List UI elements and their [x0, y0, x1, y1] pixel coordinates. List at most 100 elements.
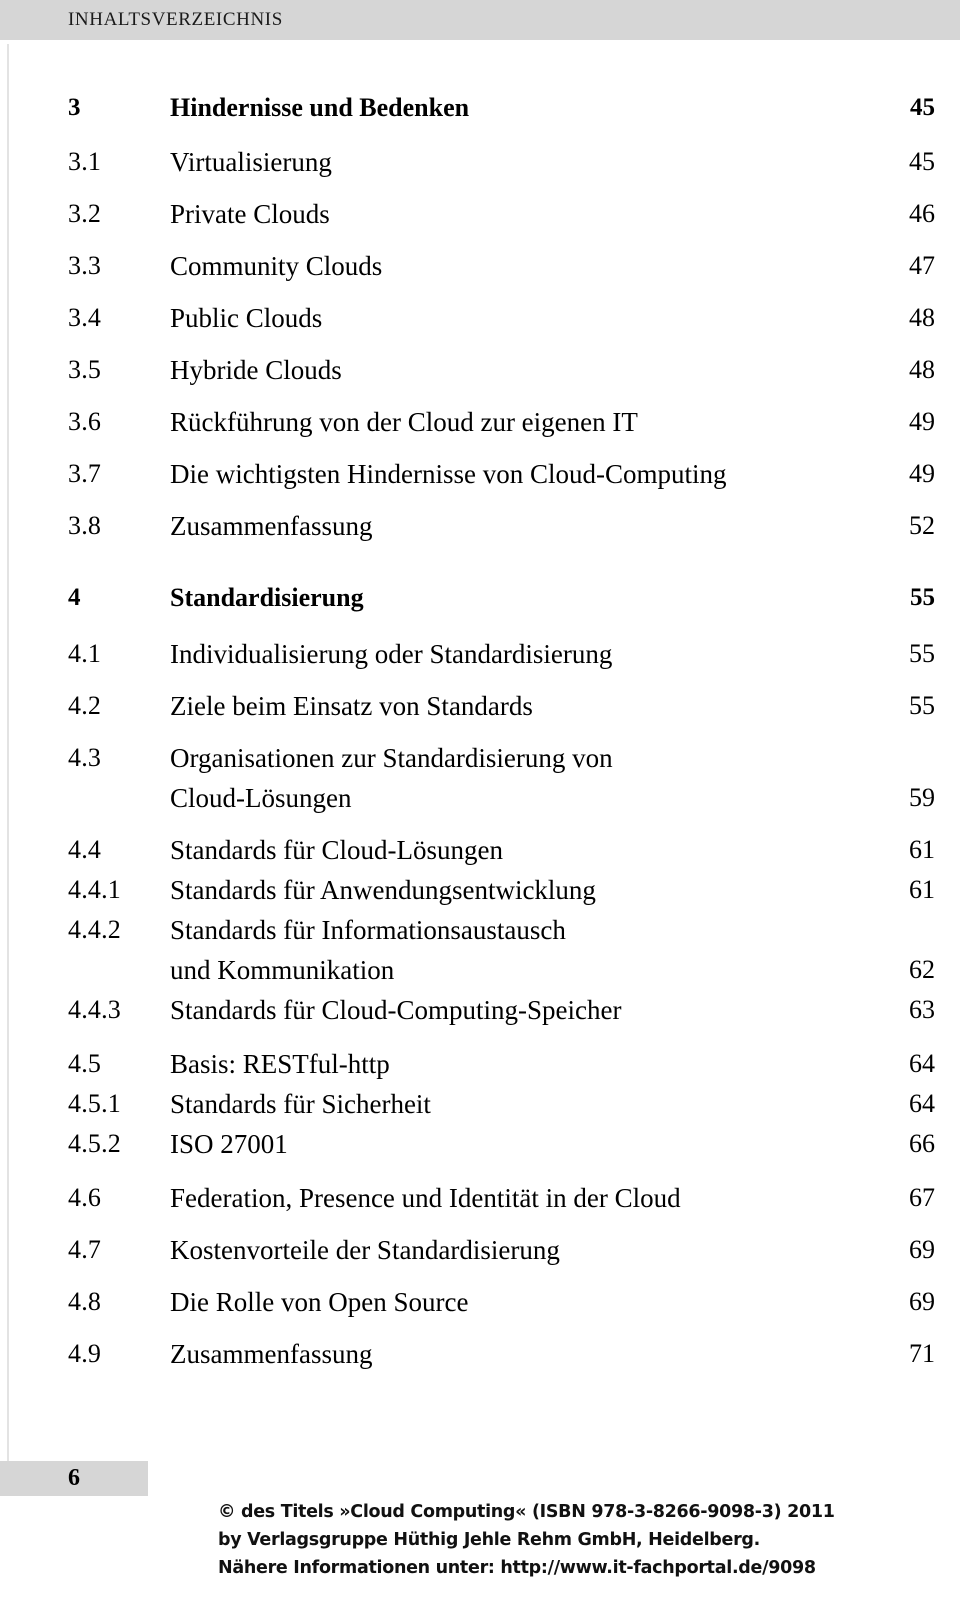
toc-entry[interactable]: 4.4 Standards für Cloud-Lösungen 61 — [0, 830, 960, 870]
toc-entry-title-line: Public Clouds — [170, 303, 323, 333]
toc-entry-number: 3.5 — [68, 355, 102, 384]
toc-entry-number: 3.7 — [68, 459, 102, 488]
toc-entry-page-number: 49 — [909, 407, 935, 436]
toc-entry-title-line: Hindernisse und Bedenken — [170, 93, 470, 122]
toc-entry-title: Community Clouds — [170, 246, 830, 286]
toc-entry[interactable]: 3.3 Community Clouds 47 — [0, 246, 960, 286]
toc-entry-page-number: 47 — [909, 251, 935, 280]
toc-entry-title-line: Organisationen zur Standardisierung von — [170, 743, 613, 773]
toc-entry-number: 4.4.1 — [68, 875, 121, 904]
toc-entry-title-line: Virtualisierung — [170, 147, 332, 177]
toc-entry[interactable]: 4.4.2 Standards für Informationsaustausch… — [0, 910, 960, 990]
toc-entry-page-number: 55 — [909, 691, 935, 720]
toc-entry-page-number: 55 — [910, 584, 935, 611]
toc-entry-number: 4.7 — [68, 1235, 102, 1264]
toc-entry-page-number: 55 — [909, 639, 935, 668]
toc-entry-number: 4.4.3 — [68, 995, 121, 1024]
toc-entry-title: Individualisierung oder Standardisierung — [170, 634, 830, 674]
toc-entry[interactable]: 4.1 Individualisierung oder Standardisier… — [0, 634, 960, 674]
toc-entry[interactable]: 4.9 Zusammenfassung 71 — [0, 1334, 960, 1374]
toc-entry-title-line: Individualisierung oder Standardisierung — [170, 639, 613, 669]
toc-entry[interactable]: 4.4.3 Standards für Cloud-Computing-Speic… — [0, 990, 960, 1030]
toc-entry-number: 4.2 — [68, 691, 102, 720]
toc-entry-number: 4.5 — [68, 1049, 102, 1078]
toc-entry-title: Standards für Informationsaustausch und K… — [170, 910, 830, 990]
toc-entry-title: Standards für Sicherheit — [170, 1084, 830, 1124]
page-number-box: 6 — [0, 1461, 148, 1496]
toc-entry[interactable]: 4.3 Organisationen zur Standardisierung v… — [0, 738, 960, 818]
toc-entry[interactable]: 3.1 Virtualisierung 45 — [0, 142, 960, 182]
toc-entry-title: Standardisierung — [170, 578, 830, 618]
toc-entry-title: Standards für Cloud-Lösungen — [170, 830, 830, 870]
toc-entry-number: 3.4 — [68, 303, 102, 332]
toc-entry-number: 4.6 — [68, 1183, 102, 1212]
toc-entry[interactable]: 4.5.2 ISO 27001 66 — [0, 1124, 960, 1164]
toc-entry-page-number: 48 — [909, 355, 935, 384]
page-number-value: 6 — [68, 1465, 80, 1491]
toc-entry[interactable]: 4.5 Basis: RESTful-http 64 — [0, 1044, 960, 1084]
toc-entry-title: Hybride Clouds — [170, 350, 830, 390]
toc-entry-number: 4.9 — [68, 1339, 102, 1368]
toc-entry[interactable]: 4.5.1 Standards für Sicherheit 64 — [0, 1084, 960, 1124]
toc-entry-title: Private Clouds — [170, 194, 830, 234]
toc-entry-page-number: 69 — [909, 1235, 935, 1264]
toc-entry-page-number: 64 — [909, 1049, 935, 1078]
toc-entry-title-line: Private Clouds — [170, 199, 330, 229]
toc-entry[interactable]: 3.6 Rückführung von der Cloud zur eigenen… — [0, 402, 960, 442]
toc-entry-page-number: 69 — [909, 1287, 935, 1316]
toc-entry-title: Die wichtigsten Hindernisse von Cloud-Co… — [170, 454, 830, 494]
toc-entry-page-number: 61 — [909, 875, 935, 904]
toc-entry-title-line: Standards für Cloud-Computing-Speicher — [170, 995, 622, 1025]
toc-entry-title-line: Basis: RESTful-http — [170, 1049, 390, 1079]
toc-entry[interactable]: 4.8 Die Rolle von Open Source 69 — [0, 1282, 960, 1322]
toc-entry-title: Die Rolle von Open Source — [170, 1282, 830, 1322]
toc-entry[interactable]: 4.6 Federation, Presence und Identität in… — [0, 1178, 960, 1218]
toc-entry-title-line: Standardisierung — [170, 583, 364, 612]
toc-entry-number: 3.1 — [68, 147, 102, 176]
toc-entry-title-line: ISO 27001 — [170, 1129, 288, 1159]
toc-entry-page-number: 45 — [909, 147, 935, 176]
toc-entry-page-number: 61 — [909, 835, 935, 864]
toc-entry-title: Rückführung von der Cloud zur eigenen IT — [170, 402, 830, 442]
toc-entry-title-line: Ziele beim Einsatz von Standards — [170, 691, 533, 721]
toc-entry-title: ISO 27001 — [170, 1124, 830, 1164]
toc-entry-title-line: Die Rolle von Open Source — [170, 1287, 469, 1317]
toc-entry-number: 3.3 — [68, 251, 102, 280]
toc-entry-number: 4 — [68, 584, 81, 611]
toc-entry[interactable]: 3 Hindernisse und Bedenken 45 — [0, 88, 960, 128]
toc-entry-page-number: 64 — [909, 1089, 935, 1118]
toc-entry-page-number: 67 — [909, 1183, 935, 1212]
page-header-title: INHALTSVERZEICHNIS — [68, 9, 283, 30]
toc-entry[interactable]: 4.4.1 Standards für Anwendungsentwicklung… — [0, 870, 960, 910]
toc-entry-title-line: Standards für Cloud-Lösungen — [170, 835, 503, 865]
toc-entry-title-line: Die wichtigsten Hindernisse von Cloud-Co… — [170, 459, 727, 489]
toc-entry[interactable]: 4 Standardisierung 55 — [0, 578, 960, 618]
toc-entry-number: 4.4.2 — [68, 915, 121, 944]
toc-entry-page-number: 66 — [909, 1129, 935, 1158]
toc-entry[interactable]: 3.4 Public Clouds 48 — [0, 298, 960, 338]
toc-entry-page-number: 59 — [909, 783, 935, 812]
toc-entry-title: Zusammenfassung — [170, 506, 830, 546]
copyright-line: © des Titels »Cloud Computing« (ISBN 978… — [218, 1502, 835, 1522]
toc-entry[interactable]: 3.5 Hybride Clouds 48 — [0, 350, 960, 390]
copyright-line: Nähere Informationen unter: http://www.i… — [218, 1558, 816, 1578]
toc-entry-title-line: Rückführung von der Cloud zur eigenen IT — [170, 407, 638, 437]
toc-entry-title-line: Cloud-Lösungen — [170, 783, 352, 813]
toc-entry-title-line: Kostenvorteile der Standardisierung — [170, 1235, 560, 1265]
toc-entry-page-number: 48 — [909, 303, 935, 332]
toc-entry[interactable]: 4.2 Ziele beim Einsatz von Standards 55 — [0, 686, 960, 726]
toc-entry-number: 4.4 — [68, 835, 102, 864]
toc-entry-number: 3.2 — [68, 199, 102, 228]
toc-entry-title-line: Federation, Presence und Identität in de… — [170, 1183, 681, 1213]
toc-entry-title: Hindernisse und Bedenken — [170, 88, 830, 128]
toc-entry[interactable]: 4.7 Kostenvorteile der Standardisierung 69 — [0, 1230, 960, 1270]
toc-entry[interactable]: 3.2 Private Clouds 46 — [0, 194, 960, 234]
toc-entry-title: Standards für Cloud-Computing-Speicher — [170, 990, 830, 1030]
toc-entry-title: Kostenvorteile der Standardisierung — [170, 1230, 830, 1270]
toc-entry[interactable]: 3.8 Zusammenfassung 52 — [0, 506, 960, 546]
toc-entry-page-number: 52 — [909, 511, 935, 540]
toc-entry-title: Federation, Presence und Identität in de… — [170, 1178, 830, 1218]
toc-entry-number: 4.3 — [68, 743, 102, 772]
toc-entry-title: Ziele beim Einsatz von Standards — [170, 686, 830, 726]
toc-entry[interactable]: 3.7 Die wichtigsten Hindernisse von Cloud… — [0, 454, 960, 494]
